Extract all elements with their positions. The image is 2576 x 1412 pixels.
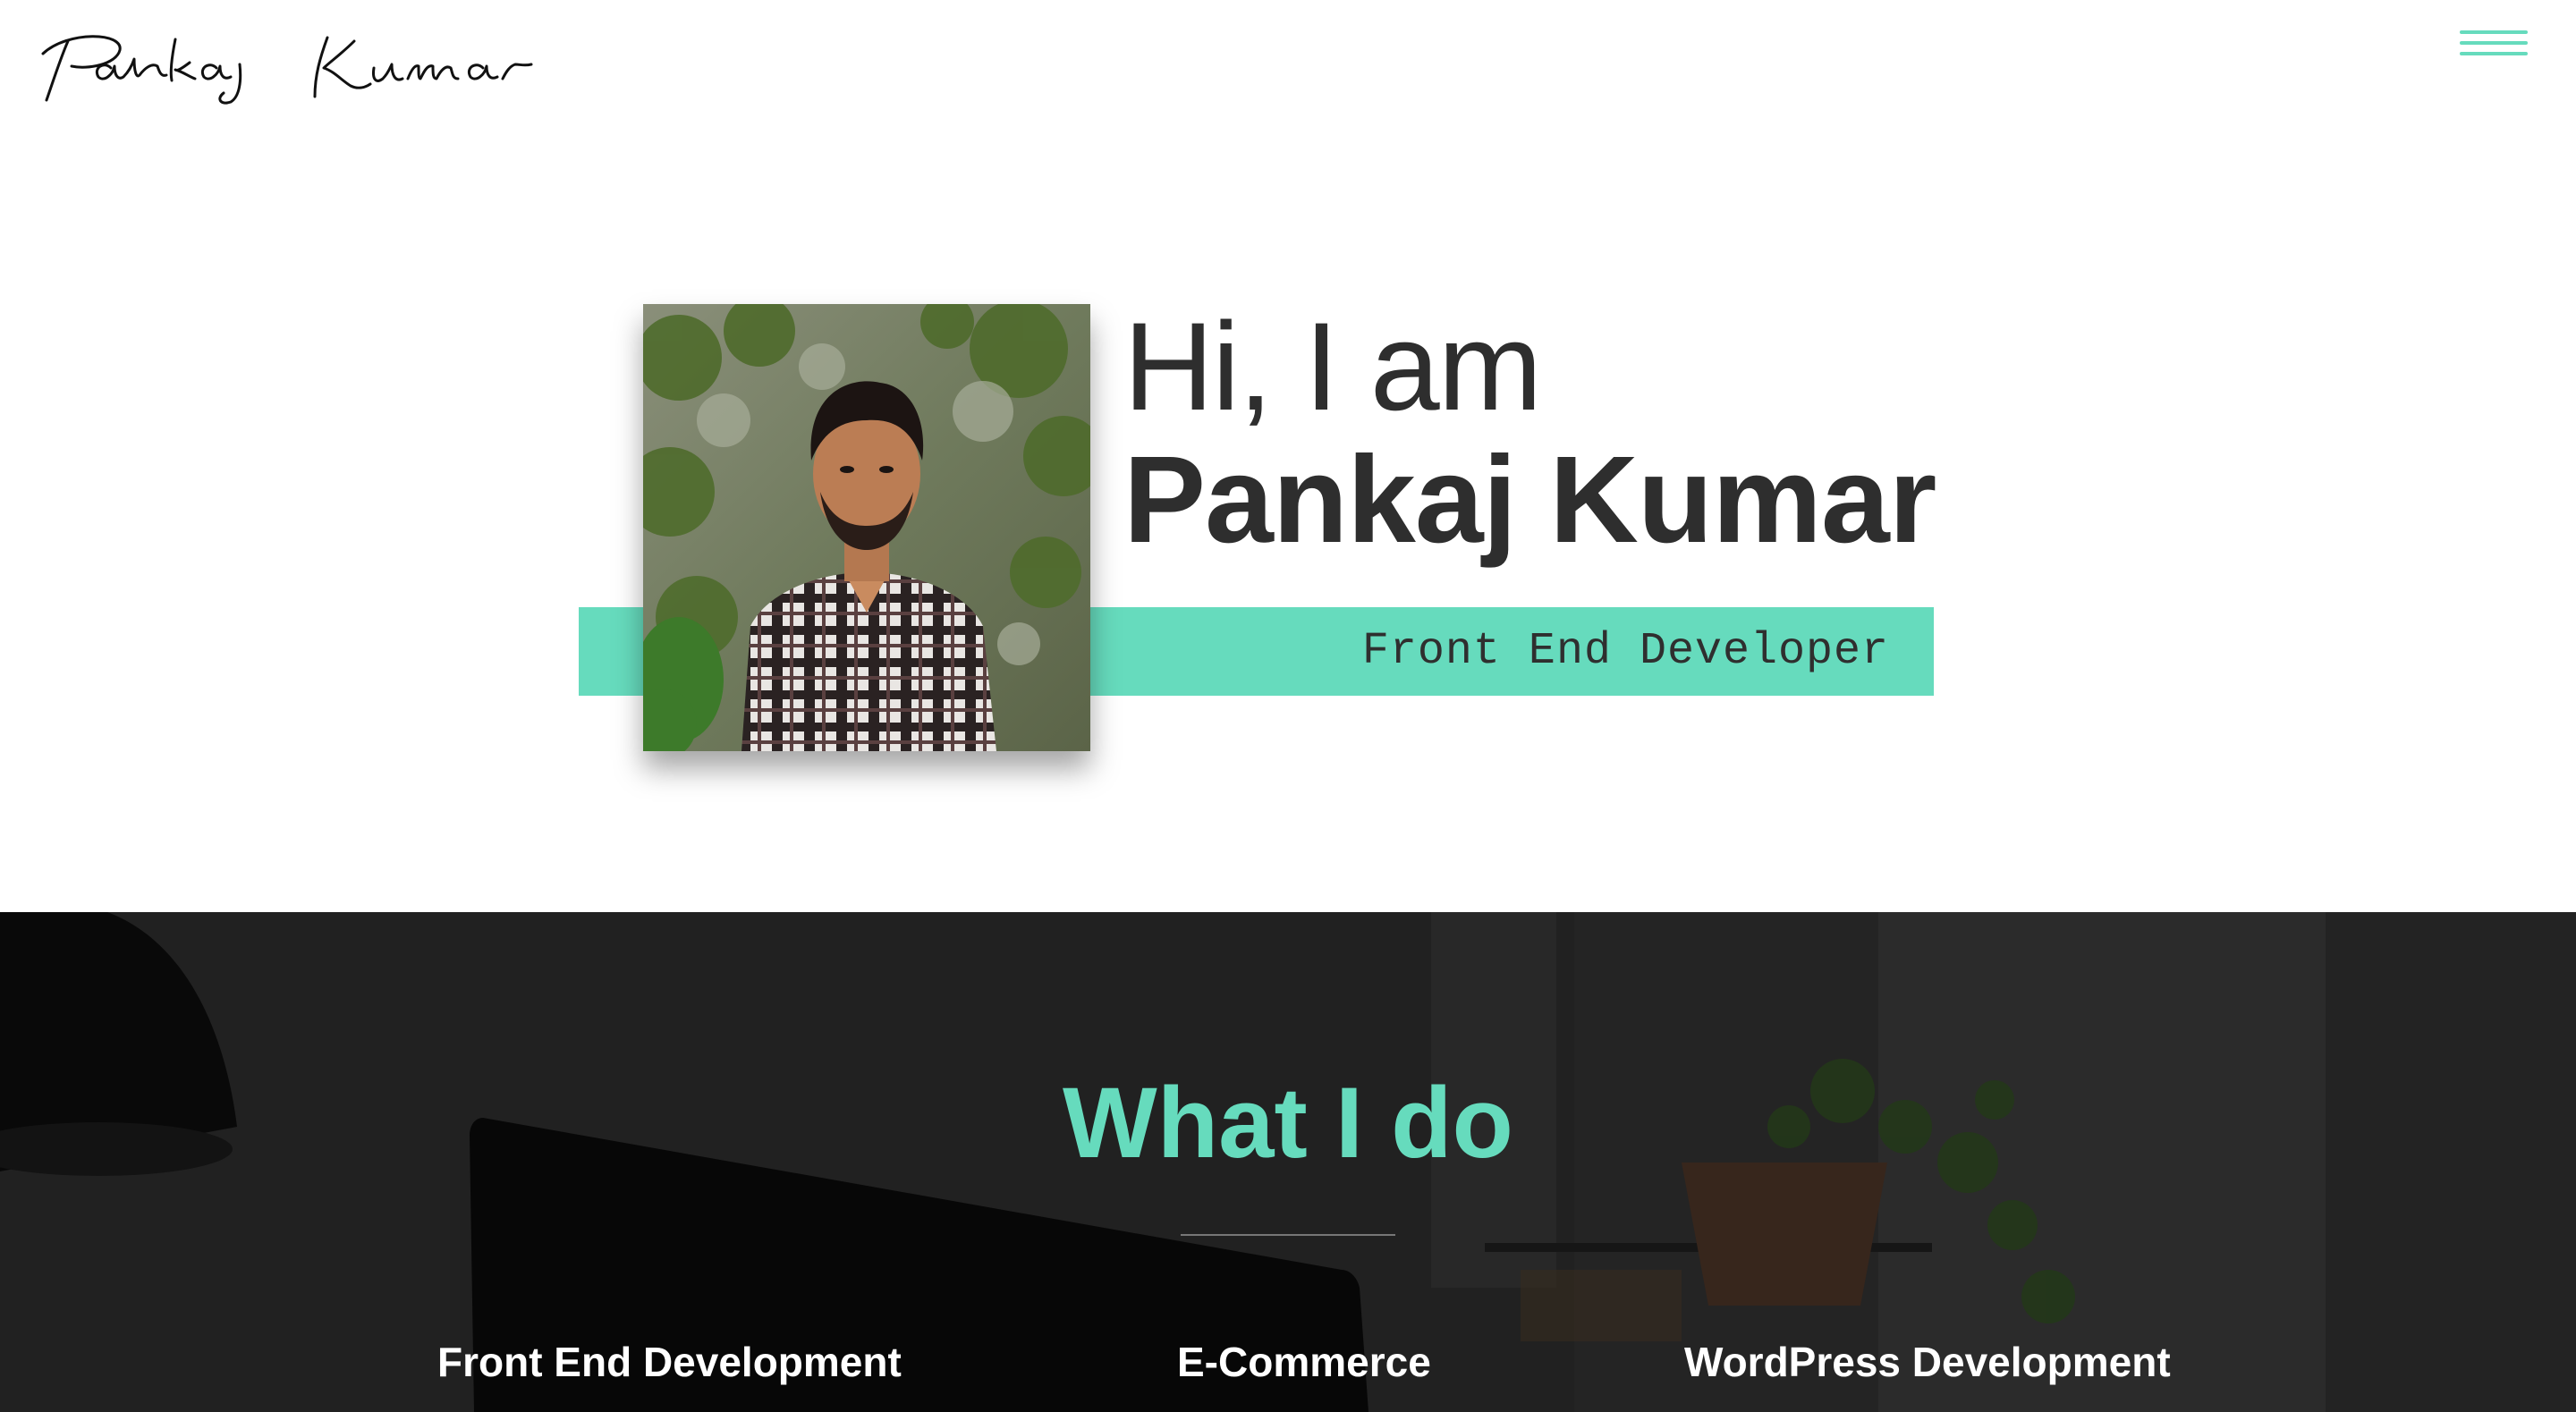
person-portrait-photo (643, 304, 1090, 751)
role-text: Front End Developer (1361, 626, 1889, 677)
hamburger-menu-icon[interactable] (2460, 27, 2528, 63)
section-divider (1181, 1234, 1395, 1236)
hero-name: Pankaj Kumar (1123, 431, 1936, 569)
hero-greeting: Hi, I am (1123, 296, 1542, 436)
service-front-end-development: Front End Development (437, 1339, 902, 1385)
menu-bar (2460, 52, 2528, 55)
menu-bar (2460, 30, 2528, 34)
service-e-commerce: E-Commerce (1177, 1339, 1431, 1385)
hero-section: Front End Developer Hi, I am Pankaj Kuma… (0, 143, 2576, 912)
menu-bar (2460, 41, 2528, 45)
site-header (0, 0, 2576, 143)
signature-logo-icon (41, 35, 533, 105)
section-title: What I do (1063, 1067, 1513, 1179)
logo[interactable] (41, 13, 578, 111)
service-wordpress-development: WordPress Development (1684, 1339, 2171, 1385)
what-i-do-section: What I do Front End Development E-Commer… (0, 912, 2576, 1412)
